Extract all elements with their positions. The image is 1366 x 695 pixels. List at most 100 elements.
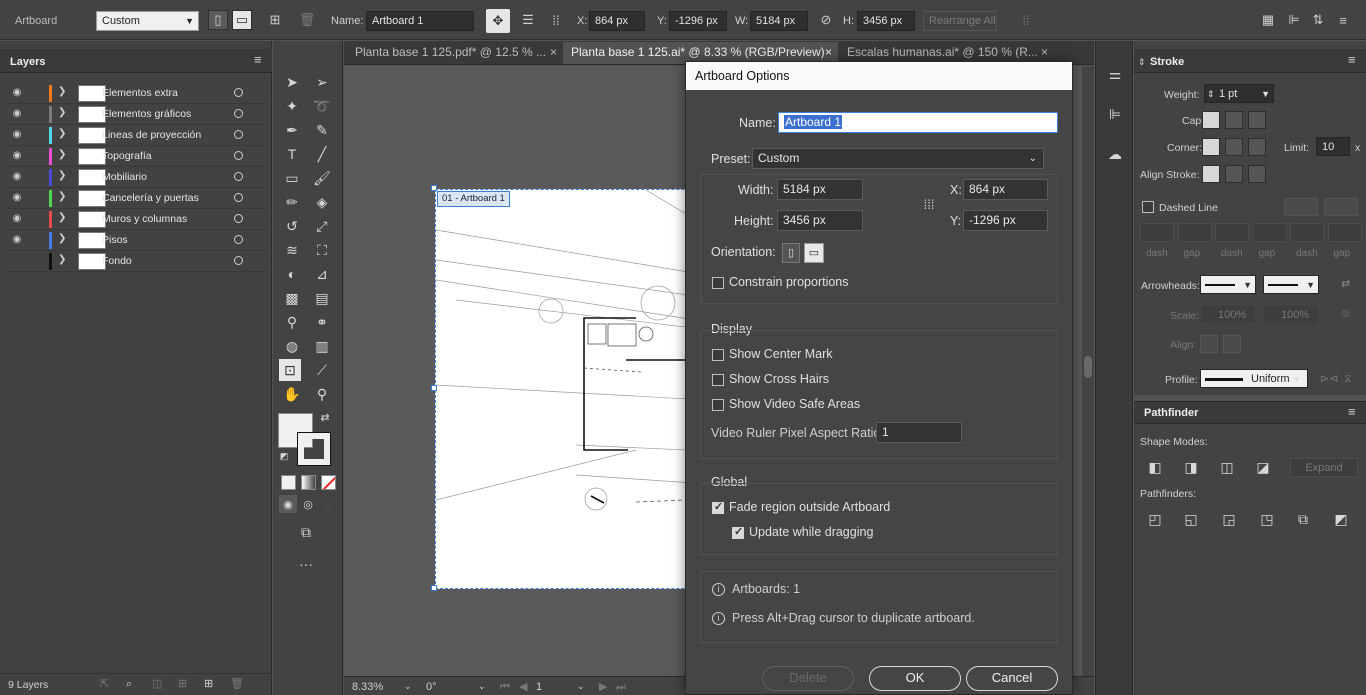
shaper-tool-icon[interactable]: ✏ bbox=[281, 191, 303, 213]
rotation-value[interactable]: 0° bbox=[426, 680, 437, 694]
panel-menu-icon[interactable]: ≡ bbox=[1348, 405, 1356, 419]
constrain-proportions-checkbox[interactable] bbox=[712, 277, 724, 289]
target-circle-icon[interactable] bbox=[234, 214, 243, 223]
artboard-name-input[interactable]: Artboard 1 bbox=[366, 11, 474, 31]
artboard-options-icon[interactable]: ☰ bbox=[518, 10, 538, 30]
rectangle-tool-icon[interactable]: ▭ bbox=[281, 167, 303, 189]
new-artboard-icon[interactable]: ⊞ bbox=[265, 10, 285, 30]
last-artboard-icon[interactable]: ⏭ bbox=[616, 680, 626, 694]
appearance-icon[interactable]: ☁ bbox=[1104, 143, 1126, 165]
layer-row[interactable]: ❯ Fondo bbox=[8, 251, 266, 272]
close-icon[interactable]: × bbox=[1041, 42, 1048, 62]
rotate-tool-icon[interactable]: ↺ bbox=[281, 215, 303, 237]
mesh-tool-icon[interactable]: ▩ bbox=[281, 287, 303, 309]
handle[interactable] bbox=[431, 185, 437, 191]
layer-row[interactable]: ◉ ❯ Elementos extra bbox=[8, 83, 266, 104]
paintbrush-tool-icon[interactable]: 🖌 bbox=[311, 167, 333, 189]
show-video-safe-checkbox[interactable] bbox=[712, 399, 724, 411]
gradient-tool-icon[interactable]: ▤ bbox=[311, 287, 333, 309]
new-sublayer-icon[interactable]: ⊞ bbox=[178, 677, 187, 691]
fade-region-checkbox[interactable] bbox=[712, 500, 724, 514]
exclude-icon[interactable]: ◪ bbox=[1252, 456, 1274, 478]
grid-view-icon[interactable]: ▦ bbox=[1258, 10, 1278, 30]
eye-icon[interactable]: ◉ bbox=[10, 171, 24, 183]
minus-front-icon[interactable]: ◨ bbox=[1180, 456, 1202, 478]
align-grid-icon[interactable]: ⁞⁞ bbox=[1016, 10, 1036, 30]
screen-mode-icon[interactable]: ⧉ bbox=[295, 521, 317, 543]
swap-fill-stroke-icon[interactable]: ⇄ bbox=[317, 409, 333, 425]
show-cross-hairs-checkbox[interactable] bbox=[712, 374, 724, 386]
eye-icon[interactable]: ◉ bbox=[10, 87, 24, 99]
draw-inside-icon[interactable]: ◌ bbox=[319, 495, 337, 513]
eye-icon[interactable]: ◉ bbox=[10, 150, 24, 162]
lasso-tool-icon[interactable]: ➰ bbox=[311, 95, 333, 117]
chevron-right-icon[interactable]: ❯ bbox=[58, 233, 66, 244]
magic-wand-tool-icon[interactable]: ✦ bbox=[281, 95, 303, 117]
minus-back-icon[interactable]: ◩ bbox=[1330, 508, 1352, 530]
target-circle-icon[interactable] bbox=[234, 172, 243, 181]
dash-gap-field[interactable] bbox=[1215, 223, 1249, 242]
panel-menu-icon[interactable]: ≡ bbox=[1348, 53, 1356, 67]
next-artboard-icon[interactable]: ▶ bbox=[599, 680, 607, 694]
weight-input[interactable]: ⇕ 1 pt ▼ bbox=[1204, 84, 1274, 103]
rearrange-all-button[interactable]: Rearrange All bbox=[923, 11, 997, 31]
arrange-icon[interactable]: ⇅ bbox=[1308, 10, 1328, 30]
gradient-mode-icon[interactable] bbox=[301, 475, 316, 490]
chevron-down-icon[interactable]: ⌄ bbox=[404, 679, 412, 693]
eraser-tool-icon[interactable]: ◈ bbox=[311, 191, 333, 213]
panel-menu-icon[interactable]: ≡ bbox=[254, 53, 262, 67]
dashed-line-checkbox[interactable] bbox=[1142, 201, 1154, 213]
default-colors-icon[interactable]: ◩ bbox=[277, 449, 291, 463]
edit-toolbar-icon[interactable]: ··· bbox=[295, 553, 317, 575]
close-icon[interactable]: × bbox=[550, 42, 557, 62]
limit-input[interactable]: 10 bbox=[1316, 137, 1350, 156]
layer-row[interactable]: ◉ ❯ Muros y columnas bbox=[8, 209, 266, 230]
stroke-swatch[interactable] bbox=[297, 432, 331, 466]
chevron-right-icon[interactable]: ❯ bbox=[58, 254, 66, 265]
tab-document-pdf[interactable]: Planta base 1 125.pdf* @ 12.5 % ... × bbox=[347, 42, 563, 64]
column-graph-tool-icon[interactable]: ▥ bbox=[311, 335, 333, 357]
new-layer-icon[interactable]: ⊞ bbox=[204, 677, 213, 691]
preset-select[interactable]: Custom ▼ bbox=[96, 11, 199, 31]
align-outside-icon[interactable] bbox=[1248, 165, 1266, 183]
align-left-icon[interactable]: ⊫ bbox=[1284, 10, 1304, 30]
handle[interactable] bbox=[431, 585, 437, 591]
chevron-down-icon[interactable]: ▼ bbox=[1292, 372, 1301, 386]
free-transform-tool-icon[interactable]: ⛶ bbox=[311, 239, 333, 261]
color-mode-icon[interactable] bbox=[281, 475, 296, 490]
none-mode-icon[interactable] bbox=[321, 475, 336, 490]
ok-button[interactable]: OK bbox=[869, 666, 961, 691]
chevron-right-icon[interactable]: ❯ bbox=[58, 191, 66, 202]
show-center-mark-checkbox[interactable] bbox=[712, 349, 724, 361]
stepper-icon[interactable]: ⇕ bbox=[1207, 85, 1215, 102]
direct-selection-tool-icon[interactable]: ➢ bbox=[311, 71, 333, 93]
eye-icon[interactable]: ◉ bbox=[10, 108, 24, 120]
layer-row[interactable]: ◉ ❯ Mobiliario bbox=[8, 167, 266, 188]
artboard-name-field[interactable]: Artboard 1 bbox=[778, 112, 1058, 133]
round-cap-icon[interactable] bbox=[1225, 111, 1243, 129]
align-center-icon[interactable] bbox=[1202, 165, 1220, 183]
start-scale-input[interactable]: 100% bbox=[1200, 305, 1256, 324]
align-inside-icon[interactable] bbox=[1225, 165, 1243, 183]
locate-object-icon[interactable]: ⌕ bbox=[126, 677, 132, 691]
curvature-tool-icon[interactable]: ✎ bbox=[311, 119, 333, 141]
miter-join-icon[interactable] bbox=[1202, 138, 1220, 156]
layer-row[interactable]: ◉ ❯ Topografía bbox=[8, 146, 266, 167]
eye-icon[interactable]: ◉ bbox=[10, 213, 24, 225]
scale-tool-icon[interactable]: ⤢ bbox=[311, 215, 333, 237]
export-icon[interactable]: ⇱ bbox=[100, 677, 109, 691]
x-input[interactable]: 864 px bbox=[589, 11, 645, 31]
layer-row[interactable]: ◉ ❯ Lineas de proyección bbox=[8, 125, 266, 146]
delete-artboard-icon[interactable]: 🗑 bbox=[297, 10, 317, 30]
perspective-grid-tool-icon[interactable]: ⊿ bbox=[311, 263, 333, 285]
dash-gap-field[interactable] bbox=[1290, 223, 1324, 242]
artboard-number[interactable]: 1 bbox=[536, 680, 542, 694]
arrow-extend-icon[interactable] bbox=[1200, 335, 1218, 353]
link-scale-icon[interactable]: ⊘ bbox=[1341, 307, 1350, 321]
draw-behind-icon[interactable]: ◎ bbox=[299, 495, 317, 513]
chevron-right-icon[interactable]: ❯ bbox=[58, 212, 66, 223]
selection-tool-icon[interactable]: ➤ bbox=[281, 71, 303, 93]
trim-icon[interactable]: ◱ bbox=[1180, 508, 1202, 530]
dash-gap-field[interactable] bbox=[1252, 223, 1287, 242]
target-circle-icon[interactable] bbox=[234, 130, 243, 139]
